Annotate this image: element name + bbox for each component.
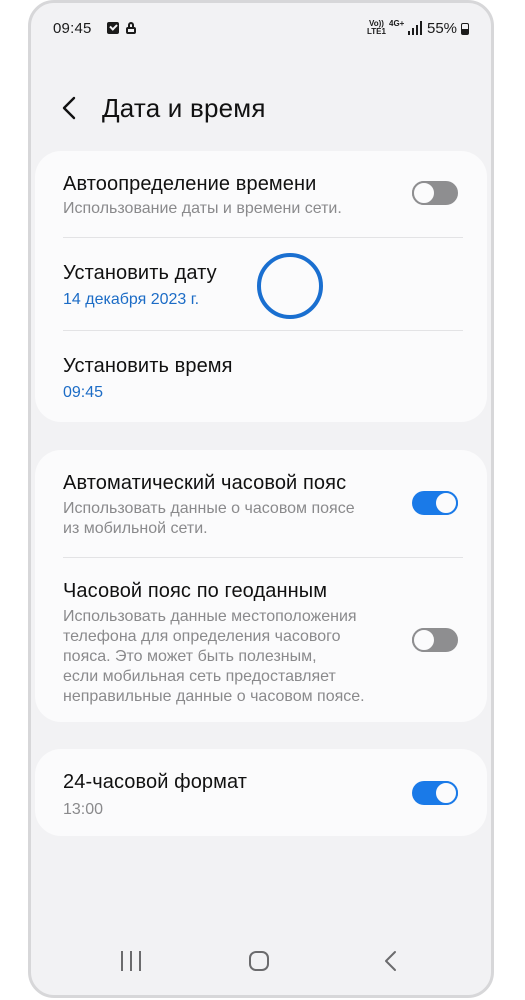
auto-timezone-subtitle: Использовать данные о часовом поясе из м…: [63, 499, 393, 539]
battery-icon: [461, 23, 469, 35]
auto-timezone-title: Автоматический часовой пояс: [63, 472, 347, 494]
set-time-value: 09:45: [63, 384, 104, 401]
recent-apps-icon[interactable]: [121, 951, 143, 971]
subtitle-line: неправильные данные о часовом поясе.: [63, 688, 365, 705]
geo-timezone-subtitle: Использовать данные местоположения телеф…: [63, 607, 393, 707]
network-label: 4G+: [389, 19, 405, 28]
geo-timezone-toggle[interactable]: [412, 628, 458, 652]
subtitle-line: пояса. Это может быть полезным,: [63, 648, 317, 665]
subtitle-line: телефона для определения часового: [63, 628, 341, 645]
phone-frame: 09:45 Vo)) LTE1 4G+ 55% Дата и время Авто…: [28, 0, 494, 998]
auto-timezone-row[interactable]: Автоматический часовой пояс Использовать…: [35, 450, 487, 557]
auto-time-toggle[interactable]: [412, 181, 458, 205]
auto-time-row[interactable]: Автоопределение времени Использование да…: [35, 151, 487, 237]
message-icon: [107, 22, 119, 34]
auto-time-title: Автоопределение времени: [63, 173, 317, 195]
subtitle-line: если мобильная сеть предоставляет: [63, 668, 336, 685]
status-bar: 09:45 Vo)) LTE1 4G+ 55%: [31, 3, 491, 57]
format-24h-title: 24-часовой формат: [63, 771, 248, 793]
back-button[interactable]: [55, 93, 85, 123]
set-date-value: 14 декабря 2023 г.: [63, 291, 200, 308]
format-24h-row[interactable]: 24-часовой формат 13:00: [35, 749, 487, 836]
page-title: Дата и время: [102, 93, 266, 123]
home-icon[interactable]: [249, 951, 269, 971]
subtitle-line: Использовать данные о часовом поясе: [63, 500, 355, 517]
subtitle-line: из мобильной сети.: [63, 520, 208, 537]
battery-percent: 55%: [427, 20, 458, 37]
navigation-bar: [31, 935, 491, 995]
geo-timezone-row[interactable]: Часовой пояс по геоданным Использовать д…: [35, 558, 487, 722]
lock-icon: [126, 22, 138, 34]
settings-card-timezone: Автоматический часовой пояс Использовать…: [35, 450, 487, 722]
signal-icon: [408, 21, 422, 35]
format-24h-toggle[interactable]: [412, 781, 458, 805]
app-bar: Дата и время: [31, 81, 491, 137]
set-date-title: Установить дату: [63, 262, 217, 284]
auto-timezone-toggle[interactable]: [412, 491, 458, 515]
geo-timezone-title: Часовой пояс по геоданным: [63, 580, 328, 602]
subtitle-line: Использовать данные местоположения: [63, 608, 357, 625]
status-time: 09:45: [53, 20, 92, 37]
back-icon[interactable]: [381, 949, 401, 973]
settings-card-format: 24-часовой формат 13:00: [35, 749, 487, 836]
auto-time-subtitle: Использование даты и времени сети.: [63, 200, 342, 217]
chevron-left-icon: [62, 96, 76, 120]
touch-indicator: [257, 253, 323, 319]
volte-label: Vo)) LTE1: [367, 19, 386, 36]
set-time-row[interactable]: Установить время 09:45: [35, 331, 487, 421]
set-time-title: Установить время: [63, 355, 233, 377]
format-24h-subtitle: 13:00: [63, 801, 104, 818]
